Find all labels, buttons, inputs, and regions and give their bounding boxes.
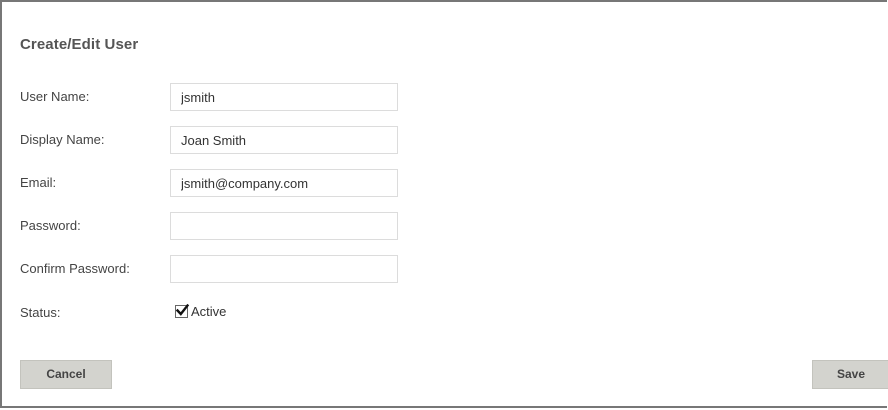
save-button[interactable]: Save [812,360,888,389]
password-row: Password: [20,212,620,242]
username-label: User Name: [20,89,90,104]
confirm-password-row: Confirm Password: [20,255,620,285]
confirm-password-label: Confirm Password: [20,261,130,276]
email-field[interactable] [170,169,398,197]
username-row: User Name: [20,83,620,113]
username-field[interactable] [170,83,398,111]
email-row: Email: [20,169,620,199]
display-name-field[interactable] [170,126,398,154]
status-checkbox-group: Active [175,303,227,319]
status-row: Status: Active [20,299,620,329]
page-title: Create/Edit User [20,36,139,53]
user-form-panel: Create/Edit User User Name: Display Name… [0,0,888,408]
password-field[interactable] [170,212,398,240]
password-label: Password: [20,218,81,233]
status-label: Status: [20,305,61,320]
cancel-button[interactable]: Cancel [20,360,112,389]
active-checkbox-label: Active [191,304,227,319]
active-checkbox[interactable] [175,303,190,318]
email-label: Email: [20,175,57,190]
confirm-password-field[interactable] [170,255,398,283]
checkmark-icon [175,303,190,316]
display-name-row: Display Name: [20,126,620,156]
display-name-label: Display Name: [20,132,105,147]
